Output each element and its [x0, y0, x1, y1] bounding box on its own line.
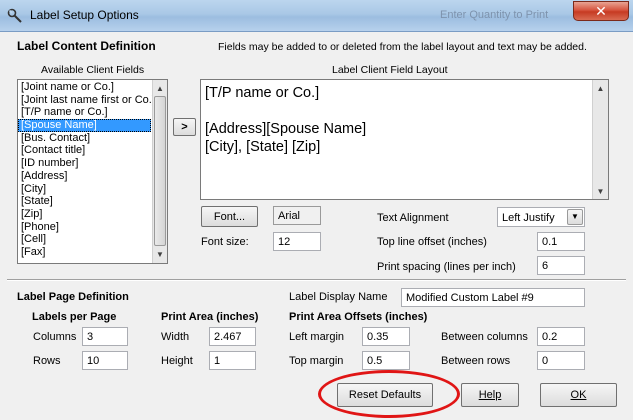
left-margin-label: Left margin [289, 331, 345, 343]
columns-label: Columns [33, 331, 77, 343]
available-fields-label: Available Client Fields [41, 64, 145, 76]
page-definition-heading: Label Page Definition [17, 291, 129, 303]
help-label: Help [478, 389, 502, 401]
left-margin-input[interactable]: 0.35 [362, 327, 410, 346]
layout-textarea[interactable]: [T/P name or Co.] [Address][Spouse Name] [… [200, 79, 609, 200]
top-margin-input[interactable]: 0.5 [362, 351, 410, 370]
font-size-input[interactable]: 12 [273, 232, 321, 251]
field-list-item[interactable]: [Zip] [18, 208, 151, 221]
add-field-label: > [181, 121, 188, 133]
between-columns-label: Between columns [441, 331, 528, 343]
field-list-item[interactable]: [Contact title] [18, 144, 151, 157]
labels-per-page-heading: Labels per Page [32, 311, 117, 323]
chevron-down-icon[interactable]: ▼ [567, 209, 583, 225]
height-label: Height [161, 355, 193, 367]
font-name-display: Arial [273, 206, 321, 225]
width-label: Width [161, 331, 190, 343]
top-margin-label: Top margin [289, 355, 344, 367]
field-list-item[interactable]: [Joint last name first or Co.] [18, 94, 155, 107]
top-line-offset-label: Top line offset (inches) [377, 236, 487, 248]
top-line-offset-input[interactable]: 0.1 [537, 232, 585, 251]
field-list-item[interactable]: [Cell] [18, 233, 151, 246]
background-window-title: Enter Quantity to Print [440, 9, 549, 21]
field-list-item[interactable]: [Phone] [18, 221, 151, 234]
title-bar: Label Setup Options Enter Quantity to Pr… [0, 0, 633, 32]
text-alignment-value: Left Justify [502, 212, 555, 224]
text-alignment-select[interactable]: Left Justify ▼ [497, 207, 585, 227]
scroll-down-icon[interactable]: ▼ [153, 246, 167, 262]
help-button[interactable]: Help [461, 383, 519, 407]
layout-scrollbar[interactable]: ▲ ▼ [592, 80, 608, 199]
layout-scroll-up-icon[interactable]: ▲ [593, 80, 608, 96]
close-icon: ✕ [595, 2, 607, 19]
content-definition-heading: Label Content Definition [17, 39, 156, 53]
layout-line: [City], [State] [Zip] [205, 139, 321, 155]
between-columns-input[interactable]: 0.2 [537, 327, 585, 346]
wrench-icon [7, 8, 22, 23]
window-title: Label Setup Options [30, 8, 139, 22]
available-fields-items: [Joint name or Co.] [Joint last name firs… [18, 81, 155, 259]
font-size-label: Font size: [201, 236, 249, 248]
print-spacing-label: Print spacing (lines per inch) [377, 261, 516, 273]
layout-line [205, 102, 590, 120]
layout-scroll-down-icon[interactable]: ▼ [593, 183, 608, 199]
rows-input[interactable]: 10 [82, 351, 128, 370]
font-button-label: Font... [213, 210, 246, 223]
layout-line: [T/P name or Co.] [205, 85, 320, 101]
ok-label: OK [570, 389, 587, 401]
layout-scroll-track[interactable] [593, 96, 608, 183]
display-name-input[interactable]: Modified Custom Label #9 [401, 288, 585, 307]
between-rows-label: Between rows [441, 355, 511, 367]
field-list-item[interactable]: [Bus. Contact] [18, 132, 151, 145]
section-divider [7, 279, 626, 281]
field-list-item[interactable]: [ID number] [18, 157, 151, 170]
print-area-heading: Print Area (inches) [161, 311, 259, 323]
width-input[interactable]: 2.467 [209, 327, 256, 346]
display-name-label: Label Display Name [289, 291, 388, 303]
layout-label: Label Client Field Layout [332, 64, 448, 76]
offsets-heading: Print Area Offsets (inches) [289, 311, 428, 323]
ok-button[interactable]: OK [540, 383, 617, 407]
field-list-item[interactable]: [State] [18, 195, 151, 208]
add-field-button[interactable]: > [173, 118, 196, 136]
close-button[interactable]: ✕ [573, 1, 629, 21]
field-list-item[interactable]: [Joint name or Co.] [18, 81, 151, 94]
layout-text: [T/P name or Co.] [Address][Spouse Name] [… [205, 84, 590, 156]
fields-scrollbar[interactable]: ▲ ▼ [152, 80, 167, 263]
between-rows-input[interactable]: 0 [537, 351, 585, 370]
field-list-item[interactable]: [Spouse Name] [18, 119, 151, 132]
columns-input[interactable]: 3 [82, 327, 128, 346]
field-list-item[interactable]: [City] [18, 183, 151, 196]
layout-line: [Address][Spouse Name] [205, 121, 367, 137]
field-list-item[interactable]: [Address] [18, 170, 151, 183]
scroll-thumb[interactable] [154, 96, 166, 246]
rows-label: Rows [33, 355, 61, 367]
available-fields-list[interactable]: [Joint name or Co.] [Joint last name firs… [17, 79, 168, 264]
font-button[interactable]: Font... [201, 206, 258, 227]
height-input[interactable]: 1 [209, 351, 256, 370]
content-definition-note: Fields may be added to or deleted from t… [218, 41, 587, 53]
text-alignment-label: Text Alignment [377, 212, 449, 224]
field-list-item[interactable]: [Fax] [18, 246, 151, 259]
scroll-up-icon[interactable]: ▲ [153, 80, 167, 96]
print-spacing-input[interactable]: 6 [537, 256, 585, 275]
field-list-item[interactable]: [T/P name or Co.] [18, 106, 151, 119]
annotation-circle [318, 370, 460, 418]
